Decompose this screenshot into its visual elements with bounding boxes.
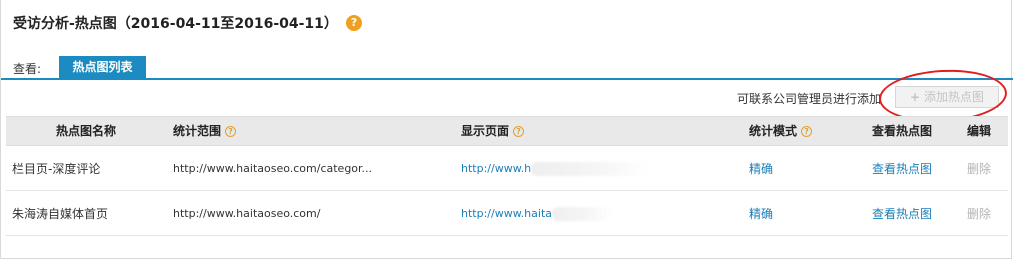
mode-link[interactable]: 精确 (749, 147, 773, 191)
table-header: 热点图名称 统计范围? 显示页面? 统计模式? 查看热点图 编辑 (6, 116, 1008, 146)
tab-heatmap-list[interactable]: 热点图列表 (59, 56, 146, 78)
delete-link[interactable]: 删除 (967, 147, 991, 191)
column-header-scope: 统计范围? (173, 117, 237, 147)
delete-link[interactable]: 删除 (967, 192, 991, 236)
scope-url: http://www.haitaoseo.com/ (173, 207, 321, 220)
page-link-text: http://www.haita (461, 207, 552, 220)
column-header-view: 查看热点图 (872, 124, 933, 138)
column-header-scope-label: 统计范围 (173, 124, 222, 138)
page-link[interactable]: http://www.haita (461, 192, 612, 236)
page-title: 受访分析-热点图（2016-04-11至2016-04-11） (13, 16, 338, 32)
column-header-page: 显示页面? (461, 117, 525, 147)
mode-link[interactable]: 精确 (749, 192, 773, 236)
view-heatmap-link[interactable]: 查看热点图 (872, 147, 932, 191)
column-header-mode-label: 统计模式 (749, 124, 798, 138)
help-icon[interactable]: ? (345, 15, 362, 31)
add-heatmap-button[interactable]: + 添加热点图 (895, 86, 999, 108)
help-icon[interactable]: ? (801, 126, 813, 137)
report-panel: 受访分析-热点图（2016-04-11至2016-04-11） ? 查看: 热点… (0, 0, 1013, 259)
column-header-mode: 统计模式? (749, 117, 813, 147)
help-icon[interactable]: ? (225, 126, 237, 137)
redaction-blur (552, 207, 612, 221)
add-heatmap-label: 添加热点图 (924, 90, 985, 104)
heatmap-name: 朱海涛自媒体首页 (12, 207, 109, 221)
heatmap-name: 栏目页-深度评论 (12, 162, 101, 176)
page-link[interactable]: http://www.h (461, 147, 650, 191)
table-row: 朱海涛自媒体首页 http://www.haitaoseo.com/ http:… (6, 192, 1008, 236)
column-header-edit: 编辑 (967, 124, 992, 138)
view-label: 查看: (13, 62, 42, 76)
redaction-blur (531, 162, 650, 176)
scope-url: http://www.haitaoseo.com/categor... (173, 162, 373, 175)
help-icon[interactable]: ? (513, 126, 525, 137)
column-header-page-label: 显示页面 (461, 124, 510, 138)
column-header-name: 热点图名称 (56, 124, 117, 138)
view-tabs-bar: 查看: 热点图列表 (1, 56, 1013, 80)
view-heatmap-link[interactable]: 查看热点图 (872, 192, 932, 236)
plus-icon: + (909, 90, 921, 104)
title-row: 受访分析-热点图（2016-04-11至2016-04-11） ? (13, 10, 362, 36)
admin-note: 可联系公司管理员进行添加 (737, 92, 882, 106)
page-link-text: http://www.h (461, 162, 532, 175)
table-row: 栏目页-深度评论 http://www.haitaoseo.com/catego… (6, 147, 1008, 191)
